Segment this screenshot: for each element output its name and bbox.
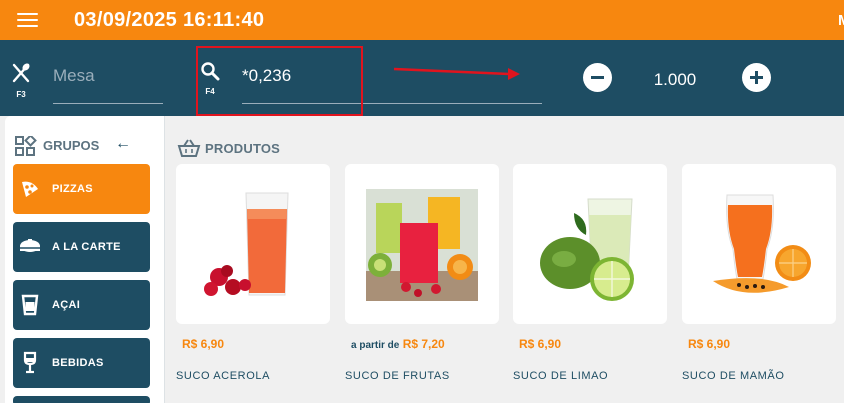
wine-glass-icon: [23, 351, 37, 374]
mesa-key-label: F3: [16, 90, 26, 99]
group-item-a-la-carte[interactable]: A LA CARTE: [13, 222, 150, 272]
group-label: AÇAI: [52, 299, 81, 311]
basket-icon: [177, 139, 201, 157]
product-card-suco-acerola[interactable]: [176, 164, 330, 324]
search-icon: [201, 62, 220, 81]
annotation-arrow: [393, 67, 520, 80]
pizza-icon: [22, 181, 38, 197]
mesa-shortcut[interactable]: F3: [9, 62, 33, 99]
group-item-partial[interactable]: [13, 396, 150, 403]
product-name: SUCO DE MAMÃO: [682, 370, 785, 382]
grid-icon: [15, 136, 37, 156]
dish-icon: [20, 239, 40, 252]
product-name: SUCO DE LIMAO: [513, 370, 609, 382]
cutlery-icon: [12, 63, 30, 83]
product-price: R$ 6,90: [519, 337, 562, 351]
datetime: 03/09/2025 16:11:40: [74, 9, 265, 31]
product-card-suco-de-mamao[interactable]: [682, 164, 836, 324]
main-content: GRUPOS ← PIZZAS A LA CARTE AÇAI BEBIDAS …: [5, 116, 844, 403]
products-title: PRODUTOS: [205, 141, 281, 156]
lime-juice-image: [540, 198, 634, 301]
top-right-label: M: [838, 12, 844, 29]
cup-icon: [21, 294, 39, 316]
price-prefix: a partir de: [351, 340, 400, 351]
top-bar: 03/09/2025 16:11:40 M: [0, 0, 844, 40]
product-price: R$ 6,90: [182, 337, 225, 351]
mesa-field[interactable]: [53, 66, 163, 104]
group-item-pizzas[interactable]: PIZZAS: [13, 164, 150, 214]
product-card-suco-de-limao[interactable]: [513, 164, 667, 324]
search-key-label: F4: [205, 87, 215, 96]
back-arrow-icon[interactable]: ←: [115, 135, 131, 153]
increase-quantity-button[interactable]: [742, 63, 771, 92]
product-price-row: R$ 6,90: [688, 337, 730, 351]
product-price-row: R$ 6,90: [182, 337, 224, 351]
fruit-juices-image: [366, 189, 478, 301]
product-price: R$ 7,20: [402, 337, 445, 351]
hamburger-menu-icon[interactable]: [17, 13, 38, 29]
papaya-juice-image: [713, 194, 811, 293]
product-name: SUCO DE FRUTAS: [345, 370, 450, 382]
product-price-row: R$ 6,90: [519, 337, 561, 351]
product-price-row: a partir de R$ 7,20: [351, 337, 445, 351]
group-item-acai[interactable]: AÇAI: [13, 280, 150, 330]
group-item-bebidas[interactable]: BEBIDAS: [13, 338, 150, 388]
products-panel: PRODUTOS R$ 6,90 SUCO ACEROLA a partir d…: [165, 116, 844, 403]
quantity-value: 1.000: [653, 70, 697, 89]
groups-title: GRUPOS: [43, 138, 100, 153]
search-shortcut[interactable]: F4: [199, 61, 221, 96]
group-label: BEBIDAS: [52, 357, 104, 369]
product-name: SUCO ACEROLA: [176, 370, 271, 382]
product-card-suco-de-frutas[interactable]: [345, 164, 499, 324]
groups-panel: GRUPOS ← PIZZAS A LA CARTE AÇAI BEBIDAS: [5, 116, 165, 403]
group-label: A LA CARTE: [52, 241, 121, 253]
mesa-input[interactable]: [53, 66, 163, 86]
acerola-juice-image: [204, 192, 289, 296]
group-label: PIZZAS: [52, 183, 93, 195]
product-price: R$ 6,90: [688, 337, 731, 351]
decrease-quantity-button[interactable]: [583, 63, 612, 92]
